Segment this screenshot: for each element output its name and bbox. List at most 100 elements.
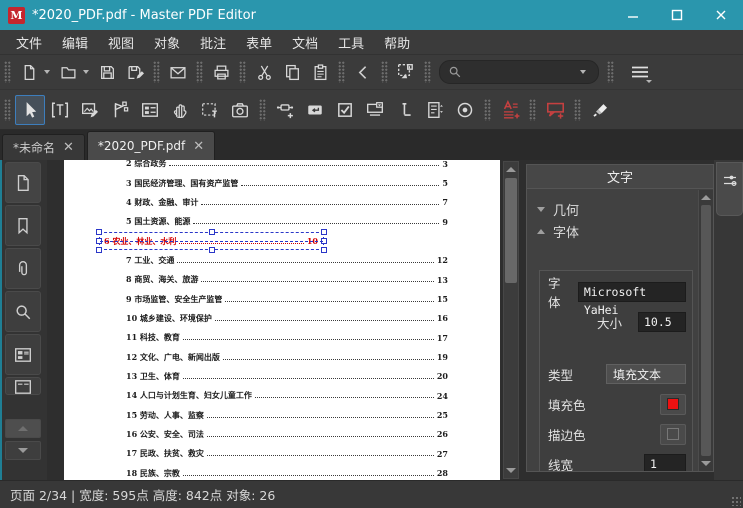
toolbar-drag-handle[interactable] [4,61,11,83]
layers-panel-button[interactable] [5,377,41,395]
pages-panel-button[interactable] [5,162,41,203]
toolbar-drag-handle[interactable] [338,61,345,83]
forms-panel-button[interactable] [5,334,41,375]
cut-button[interactable] [250,59,278,85]
toolbar-drag-handle[interactable] [4,98,11,121]
toc-row[interactable]: 16 公安、安全、司法 26 [126,425,448,444]
toc-row[interactable]: 14 人口与计划生育、妇女儿童工作 24 [126,386,448,405]
font-size-field[interactable]: 10.5 [638,312,686,332]
toolbar-drag-handle[interactable] [259,98,266,121]
panel-scroll-up-button[interactable] [699,190,713,205]
toolbar-drag-handle[interactable] [529,98,536,121]
scroll-up-button[interactable] [504,162,518,177]
tab-untitled[interactable]: *未命名 ✕ [2,134,85,160]
text-field-button[interactable] [300,95,330,125]
toolbar-drag-handle[interactable] [607,61,614,83]
text-style-button[interactable] [495,95,525,125]
edit-text-button[interactable] [45,95,75,125]
open-dropdown[interactable] [83,70,89,74]
highlighter-button[interactable] [585,95,615,125]
toolbar-drag-handle[interactable] [381,61,388,83]
toc-row[interactable]: 17 民政、扶贫、救灾 27 [126,444,448,463]
sidebar-scroll-down-button[interactable] [5,441,41,460]
close-button[interactable] [699,0,743,30]
menu-object[interactable]: 对象 [144,33,190,52]
edit-image-button[interactable] [75,95,105,125]
toolbar-drag-handle[interactable] [153,61,160,83]
list-box-button[interactable] [420,95,450,125]
menu-view[interactable]: 视图 [98,33,144,52]
save-as-button[interactable] [121,59,149,85]
toolbar-drag-handle[interactable] [239,61,246,83]
add-callout-button[interactable] [540,95,570,125]
email-button[interactable] [164,59,192,85]
toc-row[interactable]: 13 卫生、体育 20 [126,367,448,386]
menu-file[interactable]: 文件 [6,33,52,52]
toc-row[interactable]: 12 文化、广电、新闻出版 19 [126,347,448,366]
toolbar-drag-handle[interactable] [574,98,581,121]
combobox-button[interactable] [360,95,390,125]
menu-document[interactable]: 文档 [282,33,328,52]
resize-grip[interactable] [731,496,741,506]
open-button[interactable] [54,59,82,85]
add-link-button[interactable] [270,95,300,125]
menu-help[interactable]: 帮助 [374,33,420,52]
toc-row[interactable]: 10 城乡建设、环境保护 16 [126,309,448,328]
toolbar-drag-handle[interactable] [196,61,203,83]
pdf-page[interactable]: 2 综合政务 3 3 国民经济管理、国有资产监管 5 4 财政、金融、审计 7 … [64,160,500,480]
back-button[interactable] [349,59,377,85]
toc-row[interactable]: 15 劳动、人事、监察 25 [126,405,448,424]
tab-2020-pdf[interactable]: *2020_PDF.pdf ✕ [86,131,216,160]
stroke-color-swatch[interactable] [660,423,686,445]
section-font[interactable]: 字体 [527,220,697,242]
toolbar-drag-handle[interactable] [424,61,431,83]
panel-scroll-down-button[interactable] [699,456,713,471]
bookmarks-panel-button[interactable] [5,205,41,246]
search-dropdown[interactable] [580,70,586,74]
screenshot-button[interactable] [225,95,255,125]
menu-form[interactable]: 表单 [236,33,282,52]
menu-tools[interactable]: 工具 [328,33,374,52]
sidebar-scroll-up-button[interactable] [5,419,41,438]
search-panel-button[interactable] [5,291,41,332]
document-scrollbar[interactable] [503,161,519,479]
toc-row[interactable]: 7 工业、交通 12 [126,251,448,270]
toc-row[interactable]: 6 农业、林业、水利 10 [96,229,327,253]
search-input[interactable] [462,64,579,80]
panel-scrollbar[interactable] [698,190,713,471]
toolbar-drag-handle[interactable] [484,98,491,121]
line-width-field[interactable]: 1 [644,454,686,471]
new-document-dropdown[interactable] [44,70,50,74]
fill-color-swatch[interactable] [660,393,686,415]
minimize-button[interactable] [611,0,655,30]
new-document-button[interactable] [15,59,43,85]
print-button[interactable] [207,59,235,85]
toc-row[interactable]: 4 财政、金融、审计 7 [126,193,448,212]
toc-row[interactable]: 18 民族、宗教 28 [126,464,448,481]
maximize-button[interactable] [655,0,699,30]
selection-handle[interactable] [96,238,102,245]
edit-form-button[interactable] [135,95,165,125]
toc-row[interactable]: 8 商贸、海关、旅游 13 [126,270,448,289]
toc-row[interactable]: 9 市场监管、安全生产监管 15 [126,289,448,308]
menu-annotation[interactable]: 批注 [190,33,236,52]
tab-close-icon[interactable]: ✕ [63,140,74,155]
toc-row[interactable]: 5 国土资源、能源 9 [126,212,448,231]
search-box[interactable] [439,60,599,84]
save-button[interactable] [93,59,121,85]
font-name-field[interactable]: Microsoft YaHei [577,282,686,317]
scrollbar-thumb[interactable] [505,178,517,283]
paste-button[interactable] [306,59,334,85]
select-text-button[interactable] [195,95,225,125]
main-menu-button[interactable] [626,59,654,85]
edit-path-button[interactable] [105,95,135,125]
copy-button[interactable] [278,59,306,85]
toc-row[interactable]: 11 科技、教育 17 [126,328,448,347]
selection-handle[interactable] [321,238,327,245]
toc-row[interactable]: 2 综合政务 3 [126,160,448,173]
properties-tab[interactable] [716,162,743,216]
attachments-panel-button[interactable] [5,248,41,289]
scroll-down-button[interactable] [504,463,518,478]
section-geometry[interactable]: 几何 [527,198,697,220]
organize-pages-button[interactable] [392,59,420,85]
